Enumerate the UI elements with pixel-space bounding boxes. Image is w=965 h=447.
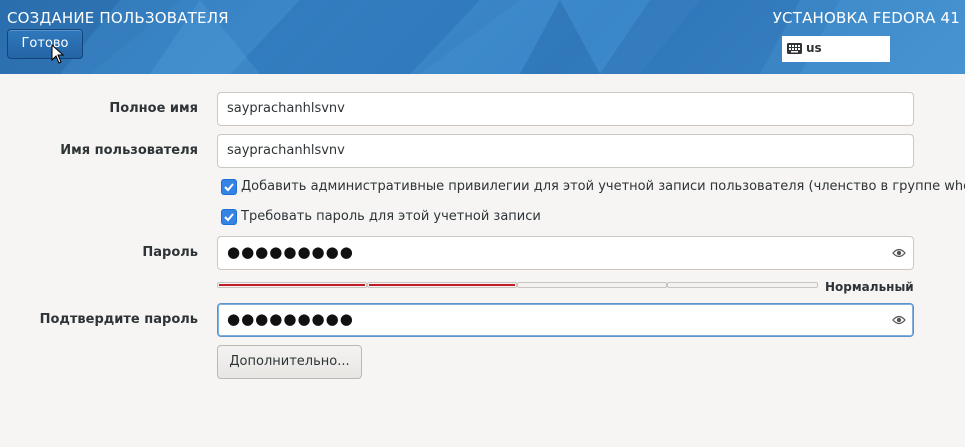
product-title: УСТАНОВКА FEDORA 41 (772, 9, 960, 27)
done-button[interactable]: Готово (7, 29, 83, 59)
strength-segment (517, 282, 667, 288)
keyboard-icon (787, 43, 802, 54)
admin-checkbox[interactable] (221, 179, 237, 195)
confirm-password-label: Подтвердите пароль (39, 312, 198, 327)
mouse-pointer-icon (51, 44, 65, 64)
admin-checkbox-label[interactable]: Добавить административные привилегии для… (241, 179, 965, 194)
username-label: Имя пользователя (60, 143, 198, 158)
page-title: СОЗДАНИЕ ПОЛЬЗОВАТЕЛЯ (7, 9, 229, 27)
keyboard-layout-indicator[interactable]: us (782, 36, 890, 62)
eye-icon[interactable] (892, 314, 906, 326)
strength-segment-fill (669, 284, 816, 286)
require-password-checkbox-label[interactable]: Требовать пароль для этой учетной записи (241, 209, 541, 224)
password-strength-label: Нормальный (825, 280, 914, 294)
full-name-label: Полное имя (109, 101, 198, 116)
full-name-value: sayprachanhlsvnv (227, 101, 345, 116)
password-field[interactable]: ●●●●●●●●● (217, 236, 914, 270)
strength-segment (667, 282, 818, 288)
strength-segment-fill (219, 284, 365, 286)
username-value: sayprachanhlsvnv (227, 143, 345, 158)
confirm-password-masked-value: ●●●●●●●●● (227, 310, 354, 328)
advanced-button[interactable]: Дополнительно... (217, 345, 362, 379)
confirm-password-field[interactable]: ●●●●●●●●● (217, 303, 914, 337)
username-field[interactable]: sayprachanhlsvnv (217, 134, 914, 168)
checkmark-icon (224, 213, 234, 222)
full-name-field[interactable]: sayprachanhlsvnv (217, 92, 914, 126)
header-bar: СОЗДАНИЕ ПОЛЬЗОВАТЕЛЯ УСТАНОВКА FEDORA 4… (0, 0, 965, 74)
password-label: Пароль (142, 245, 198, 260)
strength-segment (217, 282, 367, 288)
password-masked-value: ●●●●●●●●● (227, 243, 354, 261)
strength-segment (367, 282, 517, 288)
password-strength-meter (217, 282, 818, 290)
keyboard-layout-label: us (806, 41, 822, 55)
eye-icon[interactable] (892, 247, 906, 259)
checkmark-icon (224, 183, 234, 192)
require-password-checkbox[interactable] (221, 209, 237, 225)
strength-segment-fill (519, 284, 665, 286)
strength-segment-fill (369, 284, 515, 286)
